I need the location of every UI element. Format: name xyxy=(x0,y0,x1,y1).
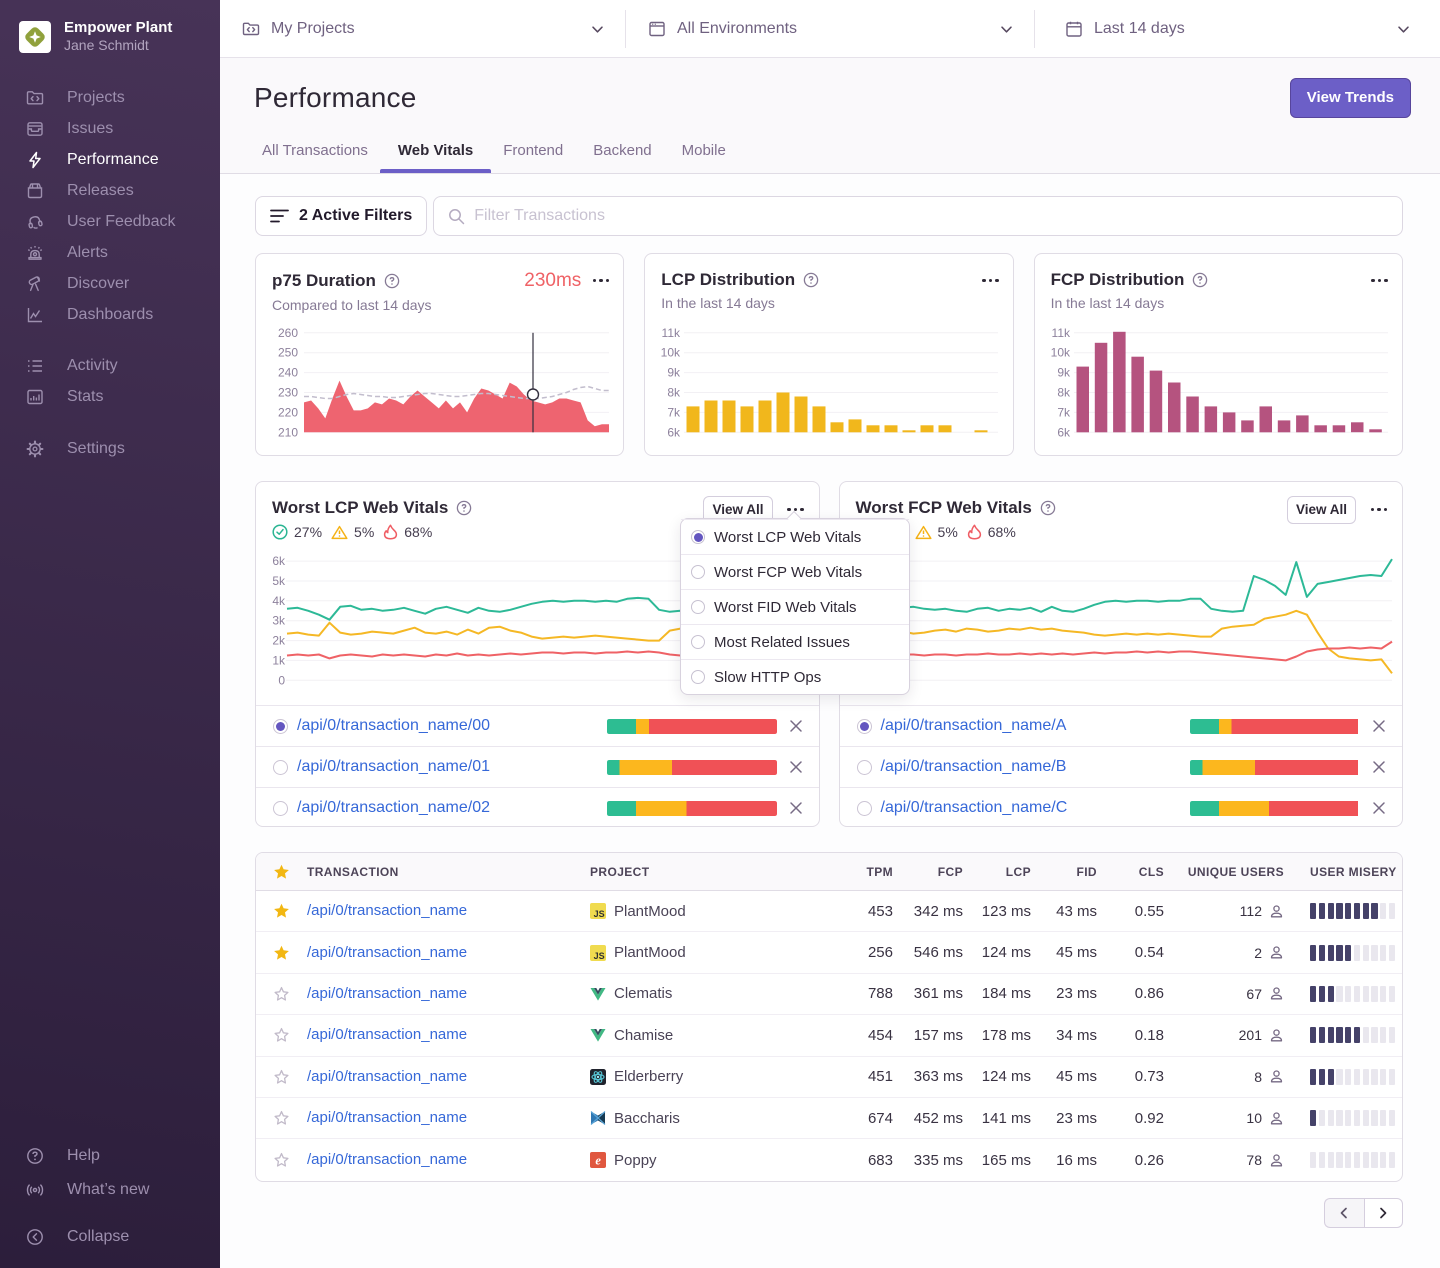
svg-text:6k: 6k xyxy=(272,554,286,568)
svg-text:250: 250 xyxy=(278,346,298,360)
svg-text:6k: 6k xyxy=(1057,425,1071,439)
svg-text:240: 240 xyxy=(278,366,298,380)
svg-text:e: e xyxy=(595,1154,601,1168)
svg-text:260: 260 xyxy=(278,326,298,340)
svg-text:11k: 11k xyxy=(662,326,681,340)
svg-text:6k: 6k xyxy=(668,425,682,439)
svg-text:7k: 7k xyxy=(668,405,682,419)
svg-text:230: 230 xyxy=(278,386,298,400)
svg-text:3k: 3k xyxy=(272,614,286,628)
svg-text:210: 210 xyxy=(278,425,298,439)
svg-text:4k: 4k xyxy=(272,594,286,608)
svg-text:0: 0 xyxy=(278,673,285,687)
svg-text:JS: JS xyxy=(594,950,605,960)
svg-text:1k: 1k xyxy=(272,653,286,667)
svg-text:9k: 9k xyxy=(668,366,682,380)
svg-text:9k: 9k xyxy=(1057,366,1071,380)
svg-text:JS: JS xyxy=(594,909,605,919)
svg-text:220: 220 xyxy=(278,405,298,419)
svg-text:11k: 11k xyxy=(1051,326,1070,340)
svg-text:5k: 5k xyxy=(272,574,286,588)
svg-text:8k: 8k xyxy=(668,386,682,400)
svg-text:8k: 8k xyxy=(1057,386,1071,400)
svg-text:7k: 7k xyxy=(1057,405,1071,419)
svg-text:10k: 10k xyxy=(661,346,681,360)
svg-text:10k: 10k xyxy=(1050,346,1070,360)
svg-text:2k: 2k xyxy=(272,634,286,648)
